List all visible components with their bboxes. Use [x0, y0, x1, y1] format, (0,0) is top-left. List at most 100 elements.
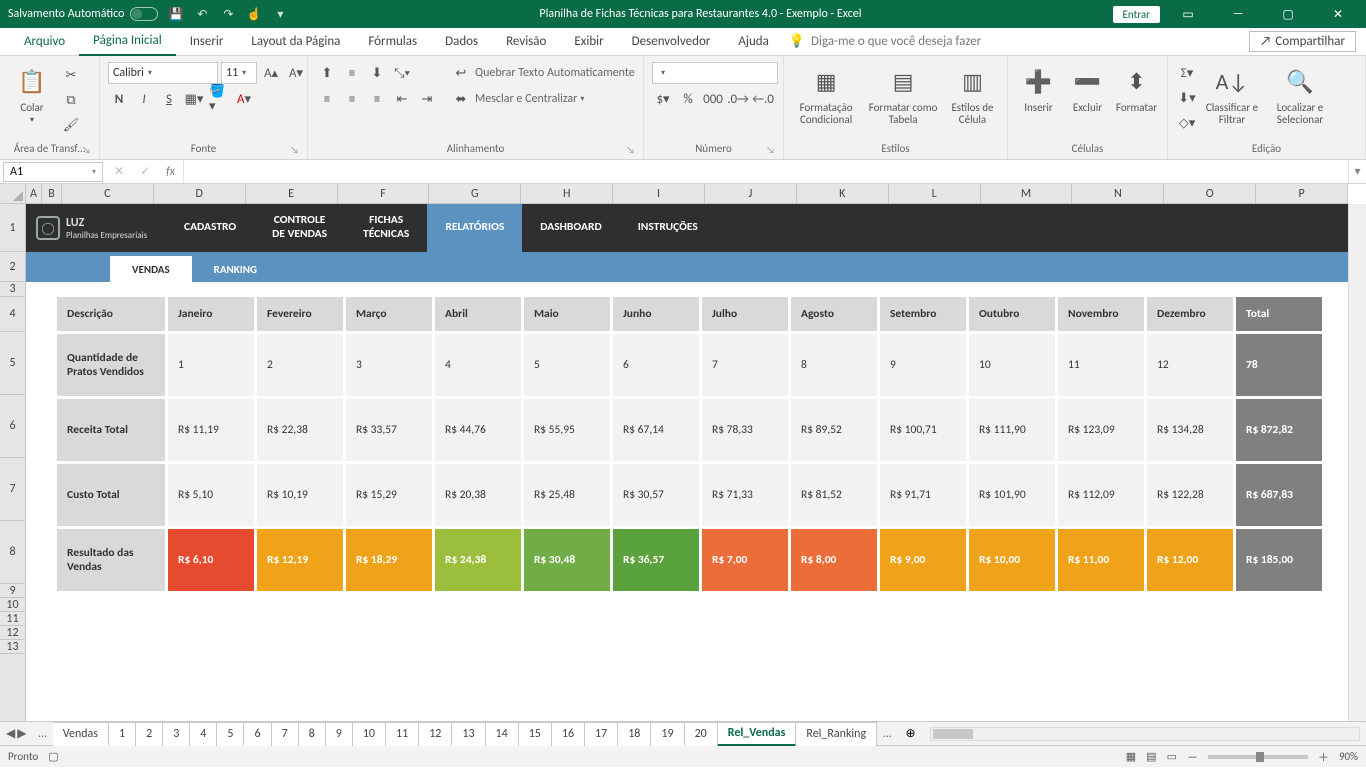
- row-header-2[interactable]: 2: [0, 252, 25, 282]
- sheet-tab-13[interactable]: 13: [452, 722, 485, 746]
- decrease-font-icon[interactable]: A▾: [285, 62, 307, 84]
- enter-formula-icon[interactable]: ✓: [132, 164, 158, 179]
- tab-scroll-left-icon[interactable]: ◀: [6, 726, 15, 741]
- sheet-tab-5[interactable]: 5: [217, 722, 244, 746]
- merge-center-button[interactable]: ⬌Mesclar e Centralizar▾: [450, 88, 635, 110]
- increase-decimal-icon[interactable]: .0→: [727, 88, 749, 110]
- align-left-icon[interactable]: ≡: [316, 88, 338, 110]
- sheet-tab-20[interactable]: 20: [685, 722, 718, 746]
- sheet-tab-16[interactable]: 16: [552, 722, 585, 746]
- tab-file[interactable]: Arquivo: [10, 28, 79, 56]
- tab-scroll-right-icon[interactable]: ▶: [17, 726, 26, 741]
- cut-icon[interactable]: ✂: [60, 64, 82, 86]
- share-button[interactable]: ↗ Compartilhar: [1249, 31, 1356, 52]
- zoom-out-icon[interactable]: －: [1187, 749, 1198, 765]
- col-header-N[interactable]: N: [1072, 184, 1164, 203]
- maximize-icon[interactable]: ▢: [1266, 0, 1310, 28]
- sheet-tab-14[interactable]: 14: [486, 722, 519, 746]
- clear-icon[interactable]: ◇▾: [1176, 112, 1198, 134]
- increase-indent-icon[interactable]: ⇥: [416, 88, 438, 110]
- row-header-11[interactable]: 11: [0, 612, 25, 626]
- col-header-G[interactable]: G: [429, 184, 521, 203]
- find-select-button[interactable]: 🔍Localizar e Selecionar: [1266, 60, 1334, 126]
- conditional-formatting-button[interactable]: ▦Formatação Condicional: [792, 60, 860, 126]
- view-page-layout-icon[interactable]: ▤: [1146, 750, 1156, 763]
- col-header-O[interactable]: O: [1164, 184, 1256, 203]
- col-header-J[interactable]: J: [705, 184, 797, 203]
- percent-icon[interactable]: %: [677, 88, 699, 110]
- row-header-7[interactable]: 7: [0, 458, 25, 521]
- sheet-tab-Vendas[interactable]: Vendas: [53, 722, 109, 746]
- format-painter-icon[interactable]: 🖌: [60, 114, 82, 136]
- autosum-icon[interactable]: Σ▾: [1176, 62, 1198, 84]
- col-header-L[interactable]: L: [889, 184, 981, 203]
- row-header-9[interactable]: 9: [0, 584, 25, 598]
- nav-instruções[interactable]: INSTRUÇÕES: [620, 204, 716, 252]
- nav-dashboard[interactable]: DASHBOARD: [522, 204, 619, 252]
- view-page-break-icon[interactable]: ▭: [1167, 750, 1177, 763]
- undo-icon[interactable]: ↶: [194, 6, 210, 22]
- comma-icon[interactable]: 000: [702, 88, 724, 110]
- row-header-4[interactable]: 4: [0, 297, 25, 332]
- font-name-combo[interactable]: Calibri▾: [108, 62, 218, 84]
- column-headers[interactable]: ABCDEFGHIJKLMNOP: [26, 184, 1348, 204]
- col-header-M[interactable]: M: [981, 184, 1073, 203]
- align-bottom-icon[interactable]: ⬇: [366, 62, 388, 84]
- vertical-scrollbar[interactable]: [1348, 204, 1366, 721]
- nav-controle[interactable]: CONTROLEDE VENDAS: [254, 204, 345, 252]
- tab-developer[interactable]: Desenvolvedor: [618, 28, 725, 56]
- expand-formula-bar-icon[interactable]: ▾: [1348, 160, 1366, 183]
- minimize-icon[interactable]: —: [1216, 0, 1260, 28]
- zoom-slider[interactable]: [1208, 755, 1308, 759]
- delete-cells-button[interactable]: ➖Excluir: [1065, 60, 1110, 114]
- row-header-13[interactable]: 13: [0, 640, 25, 654]
- increase-font-icon[interactable]: A▴: [260, 62, 282, 84]
- row-header-5[interactable]: 5: [0, 332, 25, 395]
- align-right-icon[interactable]: ≡: [366, 88, 388, 110]
- format-as-table-button[interactable]: ▤Formatar como Tabela: [864, 60, 942, 126]
- row-header-10[interactable]: 10: [0, 598, 25, 612]
- sheet-tab-15[interactable]: 15: [519, 722, 552, 746]
- sheet-tab-6[interactable]: 6: [244, 722, 271, 746]
- cell-styles-button[interactable]: ▥Estilos de Célula: [946, 60, 999, 126]
- ribbon-options-icon[interactable]: ▭: [1166, 0, 1210, 28]
- tab-insert[interactable]: Inserir: [176, 28, 238, 56]
- redo-icon[interactable]: ↷: [220, 6, 236, 22]
- sheet-tab-2[interactable]: 2: [136, 722, 163, 746]
- sheet-tab-4[interactable]: 4: [190, 722, 217, 746]
- signin-button[interactable]: Entrar: [1113, 6, 1160, 23]
- tell-me-search[interactable]: 💡 Diga-me o que você deseja fazer: [789, 34, 981, 49]
- tab-data[interactable]: Dados: [431, 28, 492, 56]
- zoom-in-icon[interactable]: ＋: [1318, 749, 1329, 765]
- subtab-vendas[interactable]: VENDAS: [110, 256, 192, 282]
- sheet-tab-9[interactable]: 9: [326, 722, 353, 746]
- touch-mode-icon[interactable]: ☝: [246, 6, 262, 22]
- bold-icon[interactable]: N: [108, 88, 130, 110]
- dialog-launcher-icon[interactable]: ↘: [290, 143, 299, 156]
- tab-help[interactable]: Ajuda: [724, 28, 783, 56]
- italic-icon[interactable]: I: [133, 88, 155, 110]
- align-center-icon[interactable]: ≡: [341, 88, 363, 110]
- sheet-tab-10[interactable]: 10: [353, 722, 386, 746]
- sheet-tab-11[interactable]: 11: [386, 722, 419, 746]
- sheet-tab-Rel_Ranking[interactable]: Rel_Ranking: [796, 722, 877, 746]
- col-header-A[interactable]: A: [26, 184, 42, 203]
- sheet-tab-18[interactable]: 18: [618, 722, 651, 746]
- col-header-C[interactable]: C: [62, 184, 154, 203]
- tab-view[interactable]: Exibir: [560, 28, 617, 56]
- fill-color-icon[interactable]: 🪣▾: [208, 88, 230, 110]
- row-header-6[interactable]: 6: [0, 395, 25, 458]
- select-all-corner[interactable]: [0, 184, 26, 204]
- autosave-toggle[interactable]: Salvamento Automático: [8, 7, 158, 21]
- macro-record-icon[interactable]: ▢: [48, 750, 58, 763]
- tab-home[interactable]: Página Inicial: [79, 28, 176, 56]
- dialog-launcher-icon[interactable]: ↘: [766, 143, 775, 156]
- tab-formulas[interactable]: Fórmulas: [354, 28, 431, 56]
- borders-icon[interactable]: ▦▾: [183, 88, 205, 110]
- col-header-B[interactable]: B: [42, 184, 62, 203]
- row-header-1[interactable]: 1: [0, 204, 25, 252]
- row-header-3[interactable]: 3: [0, 282, 25, 297]
- paste-button[interactable]: 📋 Colar▾: [8, 60, 56, 125]
- col-header-I[interactable]: I: [613, 184, 705, 203]
- sheet-tab-7[interactable]: 7: [272, 722, 299, 746]
